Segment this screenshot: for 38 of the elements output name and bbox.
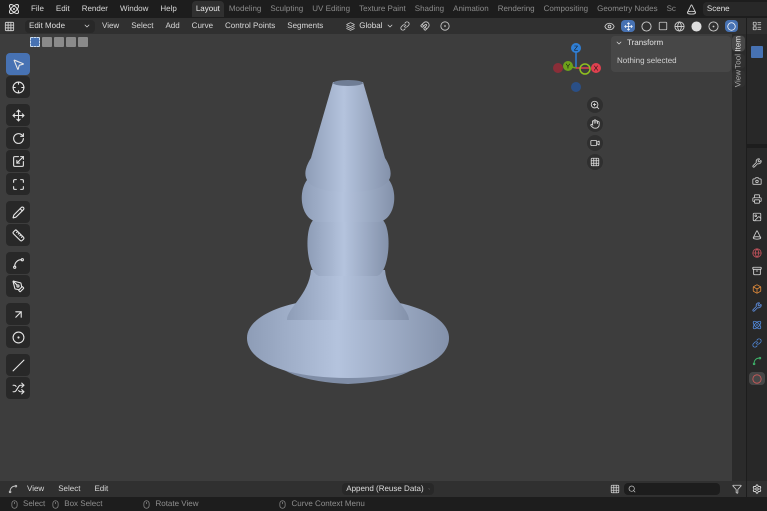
workspace-tab[interactable]: Sculpting [266,1,308,17]
menu-item[interactable]: Render [76,3,113,15]
workspace-tab[interactable]: Sc [662,1,680,17]
panel-header[interactable]: Transform [611,36,668,50]
menu-item[interactable]: Select [53,483,86,495]
workspace-tab[interactable]: Compositing [540,1,592,17]
menu-item[interactable]: Add [160,20,185,32]
menu-item[interactable]: Edit [50,3,75,15]
panel-message: Nothing selected [616,55,678,67]
import-method-dropdown[interactable]: Append (Reuse Data) [342,483,434,495]
workspace-tab[interactable]: Shading [410,1,448,17]
sidebar-tab[interactable]: Item [732,36,745,52]
workspace-tab[interactable]: Rendering [494,1,539,17]
menu-item[interactable]: Help [155,3,182,15]
menu-item[interactable]: View [97,20,124,32]
menu-item[interactable]: View [22,483,50,495]
status-hint: Select [23,498,46,510]
menu-item[interactable]: File [26,3,49,15]
sidebar-tab[interactable]: View [732,70,745,88]
status-hint: Box Select [64,498,102,510]
orientation-dropdown[interactable]: Global [342,20,398,32]
menu-item[interactable]: Edit [89,483,114,495]
workspace-tab[interactable]: UV Editing [308,1,354,17]
workspace-tab[interactable]: Texture Paint [355,1,410,17]
workspace-tab[interactable]: Animation [449,1,493,17]
menu-item[interactable]: Segments [282,20,328,32]
sidebar-tab[interactable]: Tool [732,54,745,68]
workspace-tab[interactable]: Geometry Nodes [593,1,662,17]
menu-item[interactable]: Window [114,3,154,15]
menu-item[interactable]: Control Points [220,20,280,32]
mode-dropdown[interactable]: Edit Mode [25,20,95,32]
scene-field[interactable]: Scene [702,2,767,16]
status-hint: Rotate View [155,498,198,510]
status-hint: Curve Context Menu [291,498,365,510]
workspace-tab[interactable]: Modeling [224,1,266,17]
menu-item[interactable]: Select [126,20,158,32]
workspace-tab[interactable]: Layout [192,1,224,17]
menu-item[interactable]: Curve [186,20,218,32]
